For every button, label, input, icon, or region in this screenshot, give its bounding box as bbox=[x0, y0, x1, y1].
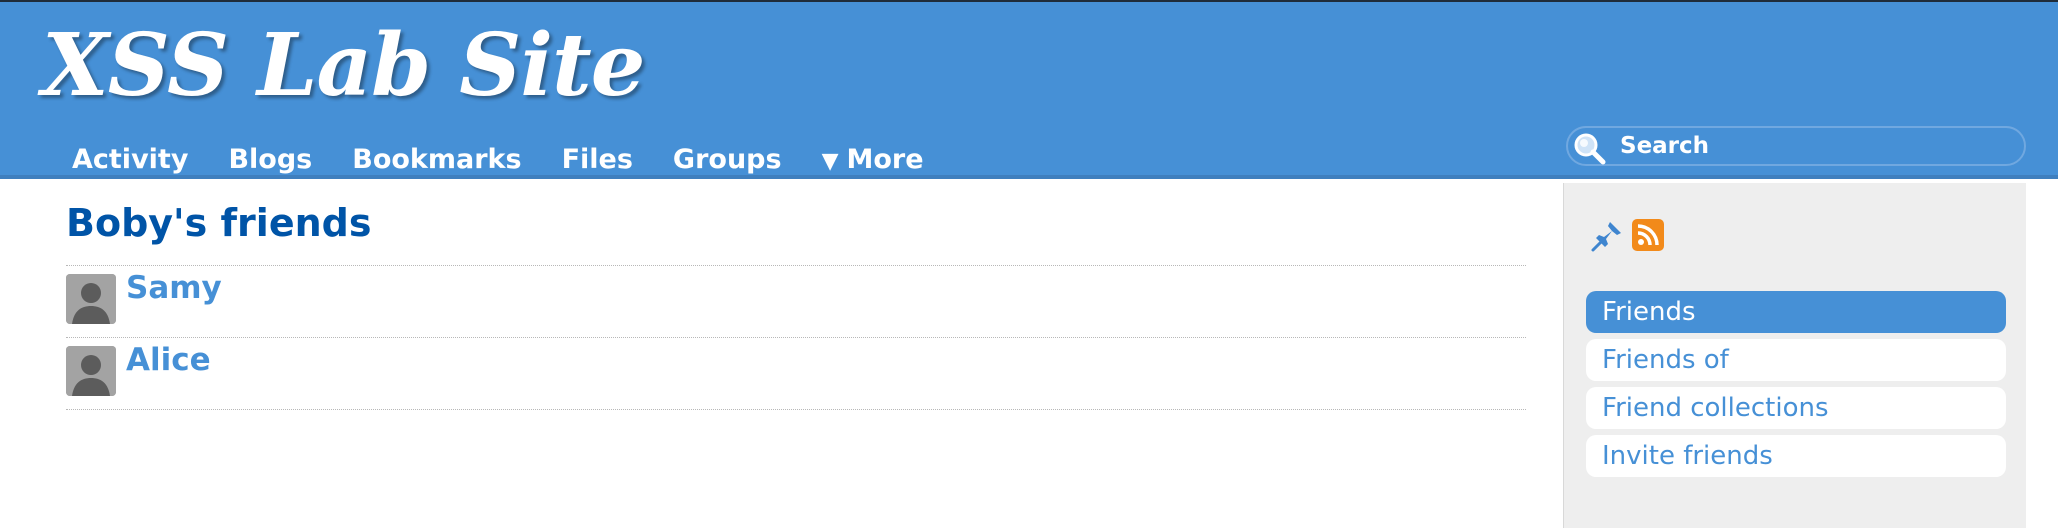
avatar-default-icon[interactable] bbox=[66, 346, 116, 396]
pin-icon[interactable] bbox=[1590, 219, 1624, 253]
nav-more[interactable]: ▼ More bbox=[802, 144, 944, 175]
friend-name-link[interactable]: Alice bbox=[126, 338, 211, 382]
site-title[interactable]: XSS Lab Site bbox=[42, 16, 645, 116]
nav-files[interactable]: Files bbox=[542, 144, 653, 175]
page-title: Boby's friends bbox=[66, 201, 372, 245]
caret-down-icon: ▼ bbox=[821, 148, 839, 174]
nav-activity[interactable]: Activity bbox=[52, 144, 208, 175]
main-content: Boby's friends Samy Alice bbox=[66, 183, 1526, 410]
sidebar-item-friends[interactable]: Friends bbox=[1586, 291, 2006, 333]
sidebar-icons bbox=[1590, 219, 1664, 253]
sidebar-menu: Friends Friends of Friend collections In… bbox=[1586, 291, 2006, 483]
nav-bookmarks[interactable]: Bookmarks bbox=[332, 144, 541, 175]
search-input[interactable] bbox=[1620, 128, 2010, 164]
site-header: XSS Lab Site Activity Blogs Bookmarks Fi… bbox=[0, 2, 2058, 179]
friend-name-link[interactable]: Samy bbox=[126, 266, 222, 310]
friends-list: Samy Alice bbox=[66, 265, 1526, 410]
nav-blogs[interactable]: Blogs bbox=[208, 144, 332, 175]
sidebar-item-invite-friends[interactable]: Invite friends bbox=[1586, 435, 2006, 477]
sidebar-item-friend-collections[interactable]: Friend collections bbox=[1586, 387, 2006, 429]
avatar-default-icon[interactable] bbox=[66, 274, 116, 324]
list-item: Samy bbox=[66, 266, 1526, 338]
list-item: Alice bbox=[66, 338, 1526, 410]
main-nav: Activity Blogs Bookmarks Files Groups ▼ M… bbox=[52, 140, 944, 178]
sidebar-item-friends-of[interactable]: Friends of bbox=[1586, 339, 2006, 381]
rss-icon[interactable] bbox=[1632, 219, 1664, 251]
search-box[interactable] bbox=[1566, 126, 2026, 166]
search-icon bbox=[1574, 133, 1606, 165]
nav-groups[interactable]: Groups bbox=[653, 144, 802, 175]
sidebar: Friends Friends of Friend collections In… bbox=[1563, 183, 2026, 528]
nav-more-label: More bbox=[846, 143, 924, 175]
